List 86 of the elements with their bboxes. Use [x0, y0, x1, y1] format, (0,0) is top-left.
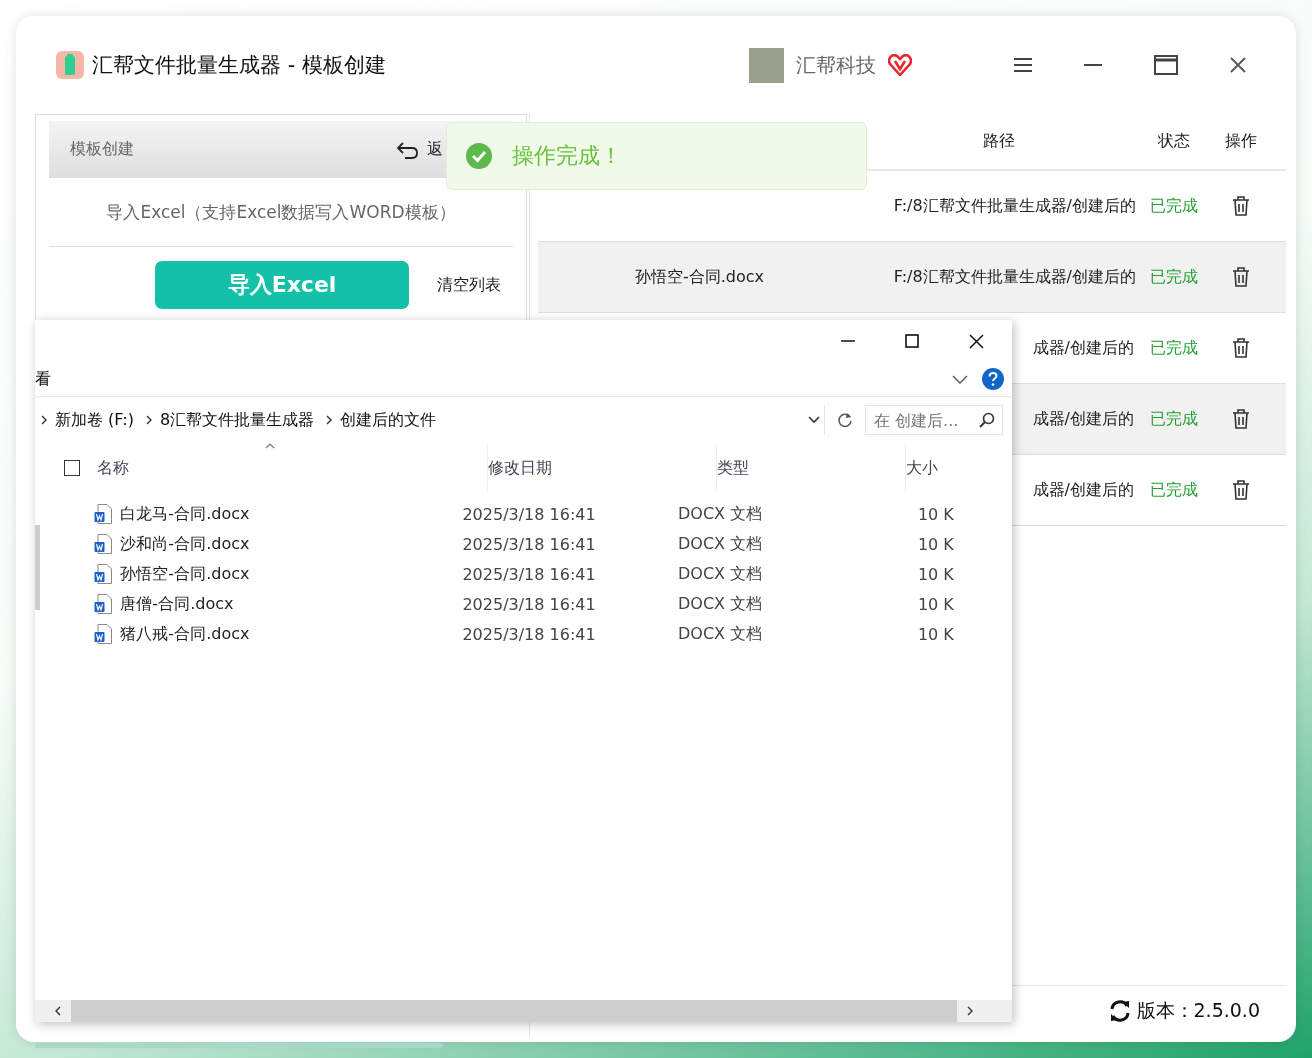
close-icon[interactable] [969, 333, 984, 349]
trash-icon[interactable] [1232, 338, 1250, 358]
file-name[interactable]: 唐僧-合同.docx [120, 593, 234, 615]
scrollbar-thumb[interactable] [35, 525, 40, 610]
maximize-icon[interactable] [905, 334, 919, 348]
path-cell: F:/8汇帮文件批量生成器/创建后的 [893, 195, 1136, 217]
refresh-icon[interactable] [837, 412, 853, 428]
scroll-right-icon[interactable] [967, 1006, 973, 1016]
breadcrumb-item[interactable]: 创建后的文件 [340, 409, 437, 431]
file-type: DOCX 文档 [677, 593, 764, 615]
word-document-icon [94, 564, 113, 584]
column-header: 状态 [1156, 131, 1191, 152]
path-cell: 成器/创建后的 [1032, 408, 1134, 430]
chevron-down-icon[interactable] [952, 374, 968, 384]
file-size: 10 K [916, 504, 955, 524]
toast-message: 操作完成！ [512, 142, 622, 170]
file-type: DOCX 文档 [677, 503, 764, 525]
check-circle-icon [466, 143, 492, 169]
file-size: 10 K [916, 534, 955, 554]
avatar-photo-placeholder [749, 47, 784, 83]
modified-date: 2025/3/18 16:41 [462, 534, 597, 554]
back-arrow-icon[interactable] [397, 140, 419, 159]
menu-icon[interactable] [1014, 57, 1032, 73]
scroll-left-icon[interactable] [55, 1006, 61, 1016]
chevron-right-icon [145, 415, 152, 425]
close-icon[interactable] [1230, 57, 1246, 73]
path-cell: F:/8汇帮文件批量生成器/创建后的 [893, 266, 1136, 288]
file-type: DOCX 文档 [677, 623, 764, 645]
trash-icon[interactable] [1232, 480, 1250, 500]
file-size: 10 K [916, 594, 955, 614]
modified-date: 2025/3/18 16:41 [462, 564, 597, 584]
file-size: 10 K [916, 564, 955, 584]
trash-icon[interactable] [1232, 196, 1250, 216]
status-cell: 已完成 [1149, 195, 1198, 215]
file-name[interactable]: 白龙马-合同.docx [120, 503, 250, 525]
column-header[interactable]: 大小 [906, 445, 938, 491]
column-header: 路径 [981, 131, 1016, 152]
file-name[interactable]: 猪八戒-合同.docx [120, 623, 250, 645]
user-name: 汇帮科技 [796, 51, 876, 79]
word-document-icon [94, 594, 113, 614]
column-header[interactable]: 类型 [717, 445, 906, 491]
status-cell: 已完成 [1149, 479, 1198, 499]
app-icon [56, 51, 84, 79]
window-title: 汇帮文件批量生成器 - 模板创建 [92, 52, 386, 79]
search-icon[interactable] [979, 412, 995, 428]
ribbon-tab[interactable]: 看 [35, 368, 51, 390]
breadcrumb-item[interactable]: 新加卷 (F:) [55, 409, 134, 431]
file-type: DOCX 文档 [677, 533, 764, 555]
modified-date: 2025/3/18 16:41 [462, 594, 597, 614]
column-header[interactable]: 修改日期 [488, 445, 717, 491]
path-cell: 成器/创建后的 [1032, 479, 1134, 501]
clear-list-link[interactable]: 清空列表 [437, 274, 501, 296]
heart-v-icon[interactable] [888, 54, 912, 76]
modified-date: 2025/3/18 16:41 [462, 624, 597, 644]
search-field[interactable]: 在 创建后... [865, 405, 1003, 435]
breadcrumb-item[interactable]: 8汇帮文件批量生成器 [159, 409, 315, 431]
file-name[interactable]: 沙和尚-合同.docx [120, 533, 250, 555]
maximize-icon[interactable] [1154, 55, 1178, 75]
status-cell: 已完成 [1149, 408, 1198, 428]
file-type: DOCX 文档 [677, 563, 764, 585]
status-cell: 已完成 [1149, 266, 1198, 286]
file-size: 10 K [916, 624, 955, 644]
word-document-icon [94, 534, 113, 554]
chevron-down-icon[interactable] [808, 416, 820, 424]
version-label: 版本：2.5.0.0 [1136, 998, 1260, 1023]
file-name[interactable]: 孙悟空-合同.docx [120, 563, 250, 585]
minimize-icon[interactable] [1084, 63, 1102, 67]
modified-date: 2025/3/18 16:41 [462, 504, 597, 524]
word-document-icon [94, 504, 113, 524]
chevron-right-icon [326, 415, 333, 425]
sort-caret-icon[interactable] [265, 443, 275, 449]
back-link[interactable]: 返 [427, 139, 443, 160]
refresh-icon[interactable] [1108, 1000, 1131, 1022]
trash-icon[interactable] [1232, 409, 1250, 429]
column-header: 操作 [1224, 131, 1258, 152]
address-bar[interactable]: 新加卷 (F:) 8汇帮文件批量生成器 创建后的文件 [35, 405, 825, 435]
column-header[interactable]: 名称 [97, 445, 488, 491]
trash-icon[interactable] [1232, 267, 1250, 287]
path-cell: 成器/创建后的 [1032, 337, 1134, 359]
chevron-right-icon [41, 415, 47, 425]
panel-title: 模板创建 [70, 139, 134, 160]
help-icon[interactable] [982, 368, 1004, 390]
word-document-icon [94, 624, 113, 644]
file-name-cell: 孙悟空-合同.docx [634, 266, 765, 286]
select-all-checkbox[interactable] [64, 460, 80, 476]
status-cell: 已完成 [1149, 337, 1198, 357]
